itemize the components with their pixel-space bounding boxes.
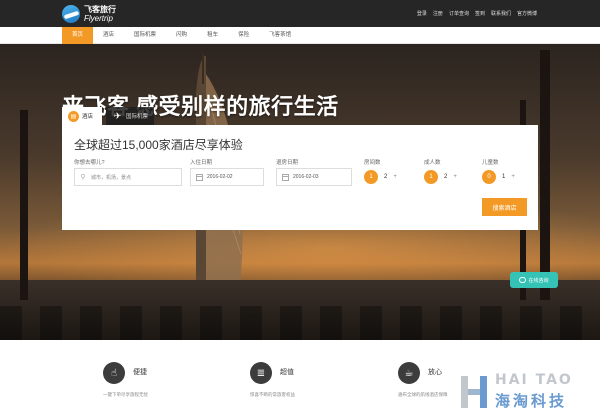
watermark-text-cn: 海淘科技 <box>495 393 568 410</box>
destination-input[interactable]: ⚲ 城市，机场，景点 <box>74 168 182 186</box>
calendar-icon <box>281 173 289 181</box>
adults-decrement-button[interactable]: 1 <box>424 170 438 184</box>
nav-item-flash-sale[interactable]: 闪购 <box>166 27 197 44</box>
search-panel-title: 全球超过15,000家酒店尽享体验 <box>74 138 243 152</box>
register-link[interactable]: 注册 <box>433 10 443 17</box>
children-stepper: 0 1 + <box>482 169 515 185</box>
nav-item-home[interactable]: 首页 <box>62 27 94 44</box>
top-links: 登录 注册 订单查询 签到 联系我们 官方微博 <box>417 0 537 27</box>
logo-plane-icon <box>62 4 80 23</box>
palm-tree <box>540 50 550 300</box>
top-bar: 飞客旅行 Flyertrip 登录 注册 订单查询 签到 联系我们 官方微博 <box>0 0 600 27</box>
hotel-search-panel: 全球超过15,000家酒店尽享体验 你想去哪儿? ⚲ 城市，机场，景点 入住日期… <box>62 125 538 230</box>
main-nav: 首页 酒店 国际机票 闪购 租车 保险 飞客茶馆 <box>62 27 301 44</box>
beach-chairs <box>0 306 600 340</box>
children-decrement-button[interactable]: 0 <box>482 170 496 184</box>
children-label: 儿童数 <box>482 160 499 166</box>
tab-intl-flight[interactable]: ✈ 国际机票 <box>106 107 154 125</box>
children-increment-button[interactable]: + <box>511 174 515 180</box>
contact-link[interactable]: 联系我们 <box>491 10 511 17</box>
coffee-cup-icon: ☕ <box>398 362 420 384</box>
weibo-link[interactable]: 官方微博 <box>517 10 537 17</box>
nav-item-car-rental[interactable]: 租车 <box>197 27 228 44</box>
checkin-link[interactable]: 签到 <box>475 10 485 17</box>
coins-icon: ≣ <box>250 362 272 384</box>
order-query-link[interactable]: 订单查询 <box>449 10 469 17</box>
rooms-stepper: 1 2 + <box>364 169 397 185</box>
location-pin-icon: ⚲ <box>80 174 86 181</box>
online-consult-button[interactable]: 在线咨询 <box>510 272 558 288</box>
checkout-label: 退房日期 <box>276 160 299 166</box>
main-nav-bar: 首页 酒店 国际机票 闪购 租车 保险 飞客茶馆 <box>0 27 600 44</box>
children-value: 1 <box>502 174 506 180</box>
bed-icon: ▤ <box>68 110 79 122</box>
adults-stepper: 1 2 + <box>424 169 457 185</box>
checkin-date-input[interactable]: 2016-02-02 <box>190 168 264 186</box>
haitao-logo-icon <box>461 376 487 408</box>
destination-label: 你想去哪儿? <box>74 160 105 166</box>
logo-name-en: Flyertrip <box>84 13 113 23</box>
checkin-label: 入住日期 <box>190 160 213 166</box>
palm-tree <box>20 110 28 300</box>
chat-bubble-icon <box>519 277 527 283</box>
adults-value: 2 <box>444 174 448 180</box>
search-hotel-button[interactable]: 搜索酒店 <box>482 198 527 216</box>
haitao-watermark: HAI TAO 海淘科技 <box>455 370 600 413</box>
rooms-increment-button[interactable]: + <box>393 174 397 180</box>
adults-increment-button[interactable]: + <box>453 174 457 180</box>
nav-item-insurance[interactable]: 保险 <box>228 27 259 44</box>
airplane-icon: ✈ <box>113 110 122 121</box>
hand-pointer-icon: ☝ <box>103 362 125 384</box>
rooms-decrement-button[interactable]: 1 <box>364 170 378 184</box>
nav-item-teahouse[interactable]: 飞客茶馆 <box>259 27 301 44</box>
hero-headline: 来飞客 感受别样的旅行生活 <box>62 94 339 119</box>
checkout-date-input[interactable]: 2016-02-03 <box>276 168 352 186</box>
nav-item-hotel[interactable]: 酒店 <box>93 27 124 44</box>
logo-name-cn: 飞客旅行 <box>84 4 116 14</box>
site-logo[interactable]: 飞客旅行 Flyertrip <box>62 3 116 24</box>
nav-item-intl-flight[interactable]: 国际机票 <box>124 27 166 44</box>
destination-placeholder: 城市，机场，景点 <box>91 174 132 181</box>
login-link[interactable]: 登录 <box>417 10 427 17</box>
rooms-label: 房间数 <box>364 160 381 166</box>
rooms-value: 2 <box>384 174 388 180</box>
tab-hotel[interactable]: ▤ 酒店 <box>62 107 102 125</box>
adults-label: 成人数 <box>424 160 441 166</box>
calendar-icon <box>195 173 203 181</box>
watermark-text-en: HAI TAO <box>495 372 573 388</box>
